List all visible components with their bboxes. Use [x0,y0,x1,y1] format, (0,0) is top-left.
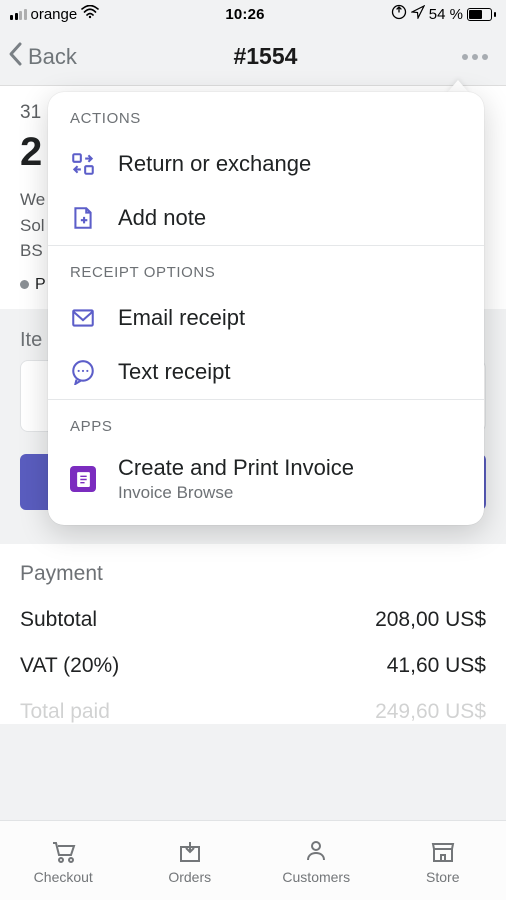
tab-checkout[interactable]: Checkout [0,821,127,900]
back-label: Back [28,44,77,70]
text-icon [70,359,96,385]
payment-heading: Payment [20,562,486,586]
status-right: 54 % [391,4,496,24]
status-bar: orange 10:26 54 % [0,0,506,28]
bottom-tab-bar: Checkout Orders Customers Store [0,820,506,900]
back-button[interactable]: Back [6,40,77,74]
popup-section-title: RECEIPT OPTIONS [48,246,484,291]
popup-section-title: APPS [48,400,484,445]
battery-icon [467,8,496,21]
popup-item-label: Text receipt [118,359,231,385]
app-title: Create and Print Invoice [118,455,354,481]
status-label: P [35,276,46,294]
status-dot-icon [20,280,29,289]
payment-row-vat: VAT (20%) 41,60 US$ [20,654,486,678]
carrier-label: orange [31,6,78,23]
return-exchange-icon [70,151,96,177]
actions-popup: ACTIONS Return or exchange Add note RECE… [48,92,484,525]
tab-label: Orders [168,869,211,885]
status-left: orange [10,5,99,23]
popup-item-return-exchange[interactable]: Return or exchange [48,137,484,191]
tab-label: Customers [282,869,350,885]
location-icon [411,5,425,23]
nav-bar: Back #1554 [0,28,506,86]
payment-section: Payment Subtotal 208,00 US$ VAT (20%) 41… [0,544,506,724]
app-subtitle: Invoice Browse [118,483,354,503]
popup-item-create-invoice[interactable]: Create and Print Invoice Invoice Browse [48,445,484,525]
popup-item-label: Email receipt [118,305,245,331]
page-title: #1554 [233,43,297,70]
email-icon [70,305,96,331]
payment-row-subtotal: Subtotal 208,00 US$ [20,608,486,632]
popup-item-label: Add note [118,205,206,231]
popup-section-title: ACTIONS [48,92,484,137]
clock: 10:26 [225,6,264,23]
wifi-icon [81,5,99,23]
tab-customers[interactable]: Customers [253,821,380,900]
payment-row-total: Total paid 249,60 US$ [20,700,486,724]
popup-item-email-receipt[interactable]: Email receipt [48,291,484,345]
chevron-left-icon [6,40,26,74]
signal-icon [10,9,27,20]
more-button[interactable] [454,46,496,68]
add-note-icon [70,205,96,231]
tab-label: Checkout [34,869,93,885]
popup-item-add-note[interactable]: Add note [48,191,484,245]
tab-orders[interactable]: Orders [127,821,254,900]
tab-label: Store [426,869,459,885]
tab-store[interactable]: Store [380,821,506,900]
invoice-app-icon [70,466,96,492]
popup-item-text-receipt[interactable]: Text receipt [48,345,484,399]
orientation-icon [391,4,407,24]
battery-text: 54 % [429,6,463,23]
popup-item-label: Return or exchange [118,151,311,177]
